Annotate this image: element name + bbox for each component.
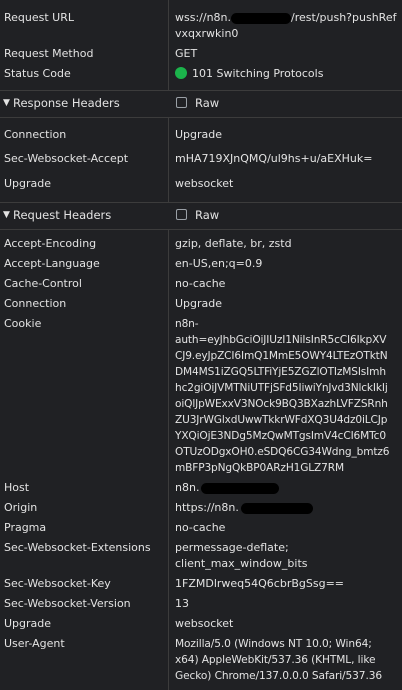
- cookie-line: hc2giOiJVMTNiUTFjSFd5IiwiYnJvd3NlckIkIj: [175, 382, 388, 394]
- cookie-line: OTUzODgxOH0.eSDQ6CG34Wdng_bmtz6: [175, 446, 390, 458]
- collapse-triangle-icon[interactable]: ▼: [3, 210, 10, 220]
- header-key: Origin: [4, 501, 38, 514]
- header-key: Connection: [4, 297, 67, 310]
- host-prefix: n8n.: [175, 481, 200, 494]
- header-value: no-cache: [175, 521, 226, 534]
- status-indicator-icon: [175, 67, 187, 79]
- header-value: permessage-deflate; client_max_window_bi…: [175, 540, 397, 572]
- request-method-label: Request Method: [4, 47, 94, 60]
- raw-label[interactable]: Raw: [195, 96, 219, 110]
- header-key: User-Agent: [4, 637, 65, 650]
- cookie-line: ZU3JrWGlxdUwwTkkrWFdXQ3U4dz0iLCJp: [175, 414, 388, 426]
- column-divider-general: [168, 0, 169, 90]
- header-key: Cookie: [4, 317, 42, 330]
- cookie-line: DM4MS1iZGQ5LTFiYjE5ZGZlOTIzMSIsImh: [175, 366, 386, 378]
- cookie-line: YXQiOjE3NDg5MzQwMTgsImV4cCI6MTc0: [175, 430, 386, 442]
- extensions-line: client_max_window_bits: [175, 557, 308, 570]
- header-value: 13: [175, 597, 189, 610]
- divider: [0, 117, 402, 118]
- response-headers-title: Response Headers: [13, 96, 120, 110]
- raw-label[interactable]: Raw: [195, 208, 219, 222]
- request-url-line2: vxqxrwkin0: [175, 27, 239, 40]
- header-key: Cache-Control: [4, 277, 82, 290]
- raw-checkbox[interactable]: [176, 209, 187, 220]
- status-code-value: 101 Switching Protocols: [192, 67, 324, 80]
- column-divider-request: [168, 230, 169, 690]
- header-value: Mozilla/5.0 (Windows NT 10.0; Win64; x64…: [175, 636, 397, 684]
- header-value: n8n.: [175, 480, 397, 496]
- user-agent-line: Mozilla/5.0 (Windows NT 10.0; Win64;: [175, 638, 372, 650]
- cookie-line: oiQlJpWExxV3NOck9BQ3BXazhLVFZSRnh: [175, 398, 388, 410]
- header-value: 1FZMDlrweq54Q6cbrBgSsg==: [175, 577, 345, 590]
- redacted-block: [231, 12, 292, 24]
- header-key: Upgrade: [4, 617, 52, 630]
- header-value: no-cache: [175, 277, 226, 290]
- cookie-line: auth=eyJhbGciOiJIUzI1NiIsInR5cCI6IkpXV: [175, 334, 387, 346]
- header-value: mHA719XJnQMQ/ul9hs+u/aEXHuk=: [175, 152, 373, 165]
- header-key: Connection: [4, 128, 67, 141]
- origin-prefix: https://n8n.: [175, 501, 239, 514]
- request-headers-header[interactable]: ▼ Request Headers Raw: [0, 203, 402, 229]
- header-key: Sec-Websocket-Accept: [4, 152, 129, 165]
- request-headers-title: Request Headers: [13, 208, 112, 222]
- request-url-prefix: wss://n8n.: [175, 11, 232, 24]
- cookie-line: CJ9.eyJpZCI6ImQ1MmE5OWY4LTEzOTktN: [175, 350, 388, 362]
- header-value: Upgrade: [175, 297, 223, 310]
- header-value: Upgrade: [175, 128, 223, 141]
- header-value: websocket: [175, 617, 234, 630]
- header-key: Sec-Websocket-Version: [4, 597, 131, 610]
- divider: [0, 229, 402, 230]
- header-value: en-US,en;q=0.9: [175, 257, 263, 270]
- header-key: Pragma: [4, 521, 47, 534]
- redacted-block: [201, 482, 280, 494]
- request-url-value: wss://n8n. /rest/push?pushRef vxqxrwkin0: [175, 10, 397, 42]
- header-key: Sec-Websocket-Key: [4, 577, 111, 590]
- header-key: Host: [4, 481, 30, 494]
- header-key: Accept-Language: [4, 257, 100, 270]
- status-code-label: Status Code: [4, 67, 71, 80]
- redacted-block: [240, 502, 313, 514]
- collapse-triangle-icon[interactable]: ▼: [3, 98, 10, 108]
- raw-checkbox[interactable]: [176, 97, 187, 108]
- header-value: websocket: [175, 177, 234, 190]
- response-headers-header[interactable]: ▼ Response Headers Raw: [0, 91, 402, 117]
- cookie-line: mBFP3pNgQkBP0ARzH1GLZ7RM: [175, 462, 344, 474]
- request-url-label: Request URL: [4, 11, 75, 24]
- user-agent-line: x64) AppleWebKit/537.36 (KHTML, like: [175, 654, 376, 666]
- cookie-line: n8n-: [175, 318, 199, 330]
- request-method-value: GET: [175, 47, 198, 60]
- extensions-line: permessage-deflate;: [175, 541, 289, 554]
- cookie-value: n8n- auth=eyJhbGciOiJIUzI1NiIsInR5cCI6Ik…: [175, 316, 397, 476]
- request-url-suffix: /rest/push?pushRef: [291, 11, 397, 24]
- header-key: Accept-Encoding: [4, 237, 97, 250]
- header-value: https://n8n.: [175, 500, 397, 516]
- column-divider-response: [168, 118, 169, 202]
- user-agent-line: Gecko) Chrome/137.0.0.0 Safari/537.36: [175, 670, 382, 682]
- header-key: Upgrade: [4, 177, 52, 190]
- header-value: gzip, deflate, br, zstd: [175, 237, 292, 250]
- header-key: Sec-Websocket-Extensions: [4, 541, 151, 554]
